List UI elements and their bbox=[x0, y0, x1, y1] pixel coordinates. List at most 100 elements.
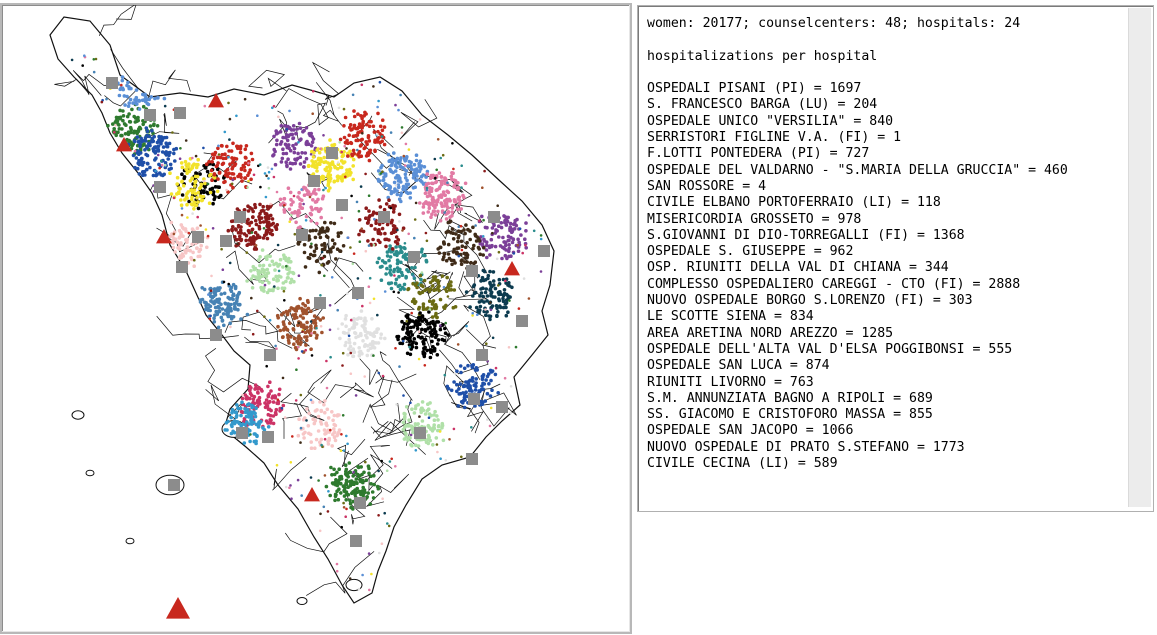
woman-dot bbox=[267, 224, 271, 228]
woman-dot bbox=[94, 57, 98, 61]
hospital-marker bbox=[496, 401, 508, 413]
woman-dot bbox=[413, 218, 417, 221]
woman-dot bbox=[288, 109, 291, 113]
woman-dot bbox=[446, 242, 451, 247]
woman-dot bbox=[497, 277, 502, 282]
woman-dot bbox=[456, 229, 461, 233]
woman-dot bbox=[205, 302, 209, 307]
woman-dot bbox=[305, 298, 310, 303]
woman-dot bbox=[371, 210, 376, 214]
woman-dot bbox=[472, 383, 477, 388]
woman-dot bbox=[267, 214, 271, 218]
woman-dot bbox=[458, 391, 463, 396]
woman-dot bbox=[412, 411, 417, 415]
woman-dot bbox=[318, 400, 322, 404]
woman-dot bbox=[392, 269, 396, 274]
woman-dot bbox=[414, 341, 419, 346]
woman-dot bbox=[126, 104, 131, 108]
woman-dot bbox=[484, 240, 489, 244]
woman-dot bbox=[384, 202, 389, 206]
woman-dot bbox=[171, 245, 176, 250]
woman-dot bbox=[403, 246, 407, 251]
woman-dot bbox=[378, 551, 381, 555]
woman-dot bbox=[433, 157, 437, 161]
woman-dot bbox=[367, 158, 372, 163]
woman-dot bbox=[398, 341, 402, 346]
woman-dot bbox=[92, 70, 96, 74]
woman-dot bbox=[285, 164, 289, 169]
woman-dot bbox=[453, 305, 458, 309]
woman-dot bbox=[376, 486, 381, 491]
woman-dot bbox=[217, 195, 221, 199]
woman-dot bbox=[532, 229, 536, 233]
woman-dot bbox=[301, 418, 306, 422]
woman-dot bbox=[507, 281, 511, 285]
island-outline bbox=[71, 410, 85, 420]
woman-dot bbox=[366, 218, 371, 222]
woman-dot bbox=[317, 150, 322, 155]
woman-dot bbox=[452, 167, 455, 171]
woman-dot bbox=[466, 227, 470, 232]
woman-dot bbox=[209, 168, 214, 173]
woman-dot bbox=[133, 149, 137, 153]
woman-dot bbox=[459, 224, 463, 228]
woman-dot bbox=[313, 206, 318, 211]
output-line: S.GIOVANNI DI DIO-TORREGALLI (FI) = 1368 bbox=[647, 227, 965, 243]
woman-dot bbox=[414, 201, 418, 205]
woman-dot bbox=[361, 304, 364, 308]
woman-dot bbox=[347, 334, 351, 338]
woman-dot bbox=[249, 277, 254, 281]
hospital-marker bbox=[264, 349, 276, 361]
woman-dot bbox=[212, 197, 216, 202]
woman-dot bbox=[373, 217, 376, 221]
woman-dot bbox=[344, 498, 349, 502]
island-outline bbox=[85, 469, 95, 477]
woman-dot bbox=[313, 446, 317, 451]
woman-dot bbox=[270, 396, 275, 400]
woman-dot bbox=[392, 180, 397, 185]
woman-dot bbox=[414, 449, 418, 452]
woman-dot bbox=[330, 473, 334, 477]
woman-dot bbox=[185, 245, 190, 249]
woman-dot bbox=[178, 157, 182, 160]
output-line: MISERICORDIA GROSSETO = 978 bbox=[647, 211, 862, 227]
woman-dot bbox=[320, 263, 324, 267]
woman-dot bbox=[395, 156, 400, 161]
woman-dot bbox=[435, 187, 440, 192]
map-canvas[interactable] bbox=[0, 3, 632, 634]
woman-dot bbox=[435, 168, 439, 172]
woman-dot bbox=[474, 366, 479, 371]
woman-dot bbox=[501, 299, 506, 304]
woman-dot bbox=[346, 485, 351, 490]
woman-dot bbox=[335, 480, 339, 485]
woman-dot bbox=[215, 155, 220, 160]
woman-dot bbox=[414, 319, 418, 322]
woman-dot bbox=[481, 286, 485, 291]
woman-dot bbox=[210, 178, 214, 182]
woman-dot bbox=[489, 237, 494, 242]
woman-dot bbox=[435, 414, 439, 418]
woman-dot bbox=[311, 155, 316, 159]
output-scrollbar[interactable] bbox=[1128, 8, 1151, 507]
woman-dot bbox=[349, 318, 353, 322]
woman-dot bbox=[278, 328, 283, 333]
woman-dot bbox=[503, 253, 508, 258]
output-panel[interactable]: women: 20177; counselcenters: 48; hospit… bbox=[637, 5, 1154, 512]
woman-dot bbox=[449, 388, 454, 393]
woman-dot bbox=[169, 192, 174, 196]
woman-dot bbox=[336, 308, 340, 312]
woman-dot bbox=[319, 325, 323, 328]
woman-dot bbox=[305, 325, 309, 330]
output-line: OSP. RIUNITI DELLA VAL DI CHIANA = 344 bbox=[647, 260, 949, 276]
woman-dot bbox=[257, 386, 261, 390]
woman-dot bbox=[478, 252, 483, 257]
woman-dot bbox=[409, 160, 413, 165]
woman-dot bbox=[369, 223, 374, 228]
woman-dot bbox=[363, 375, 367, 378]
woman-dot bbox=[455, 382, 459, 387]
woman-dot bbox=[433, 213, 438, 217]
woman-dot bbox=[396, 238, 401, 242]
hospital-marker bbox=[176, 261, 188, 273]
woman-dot bbox=[231, 225, 235, 229]
woman-dot bbox=[137, 172, 142, 176]
